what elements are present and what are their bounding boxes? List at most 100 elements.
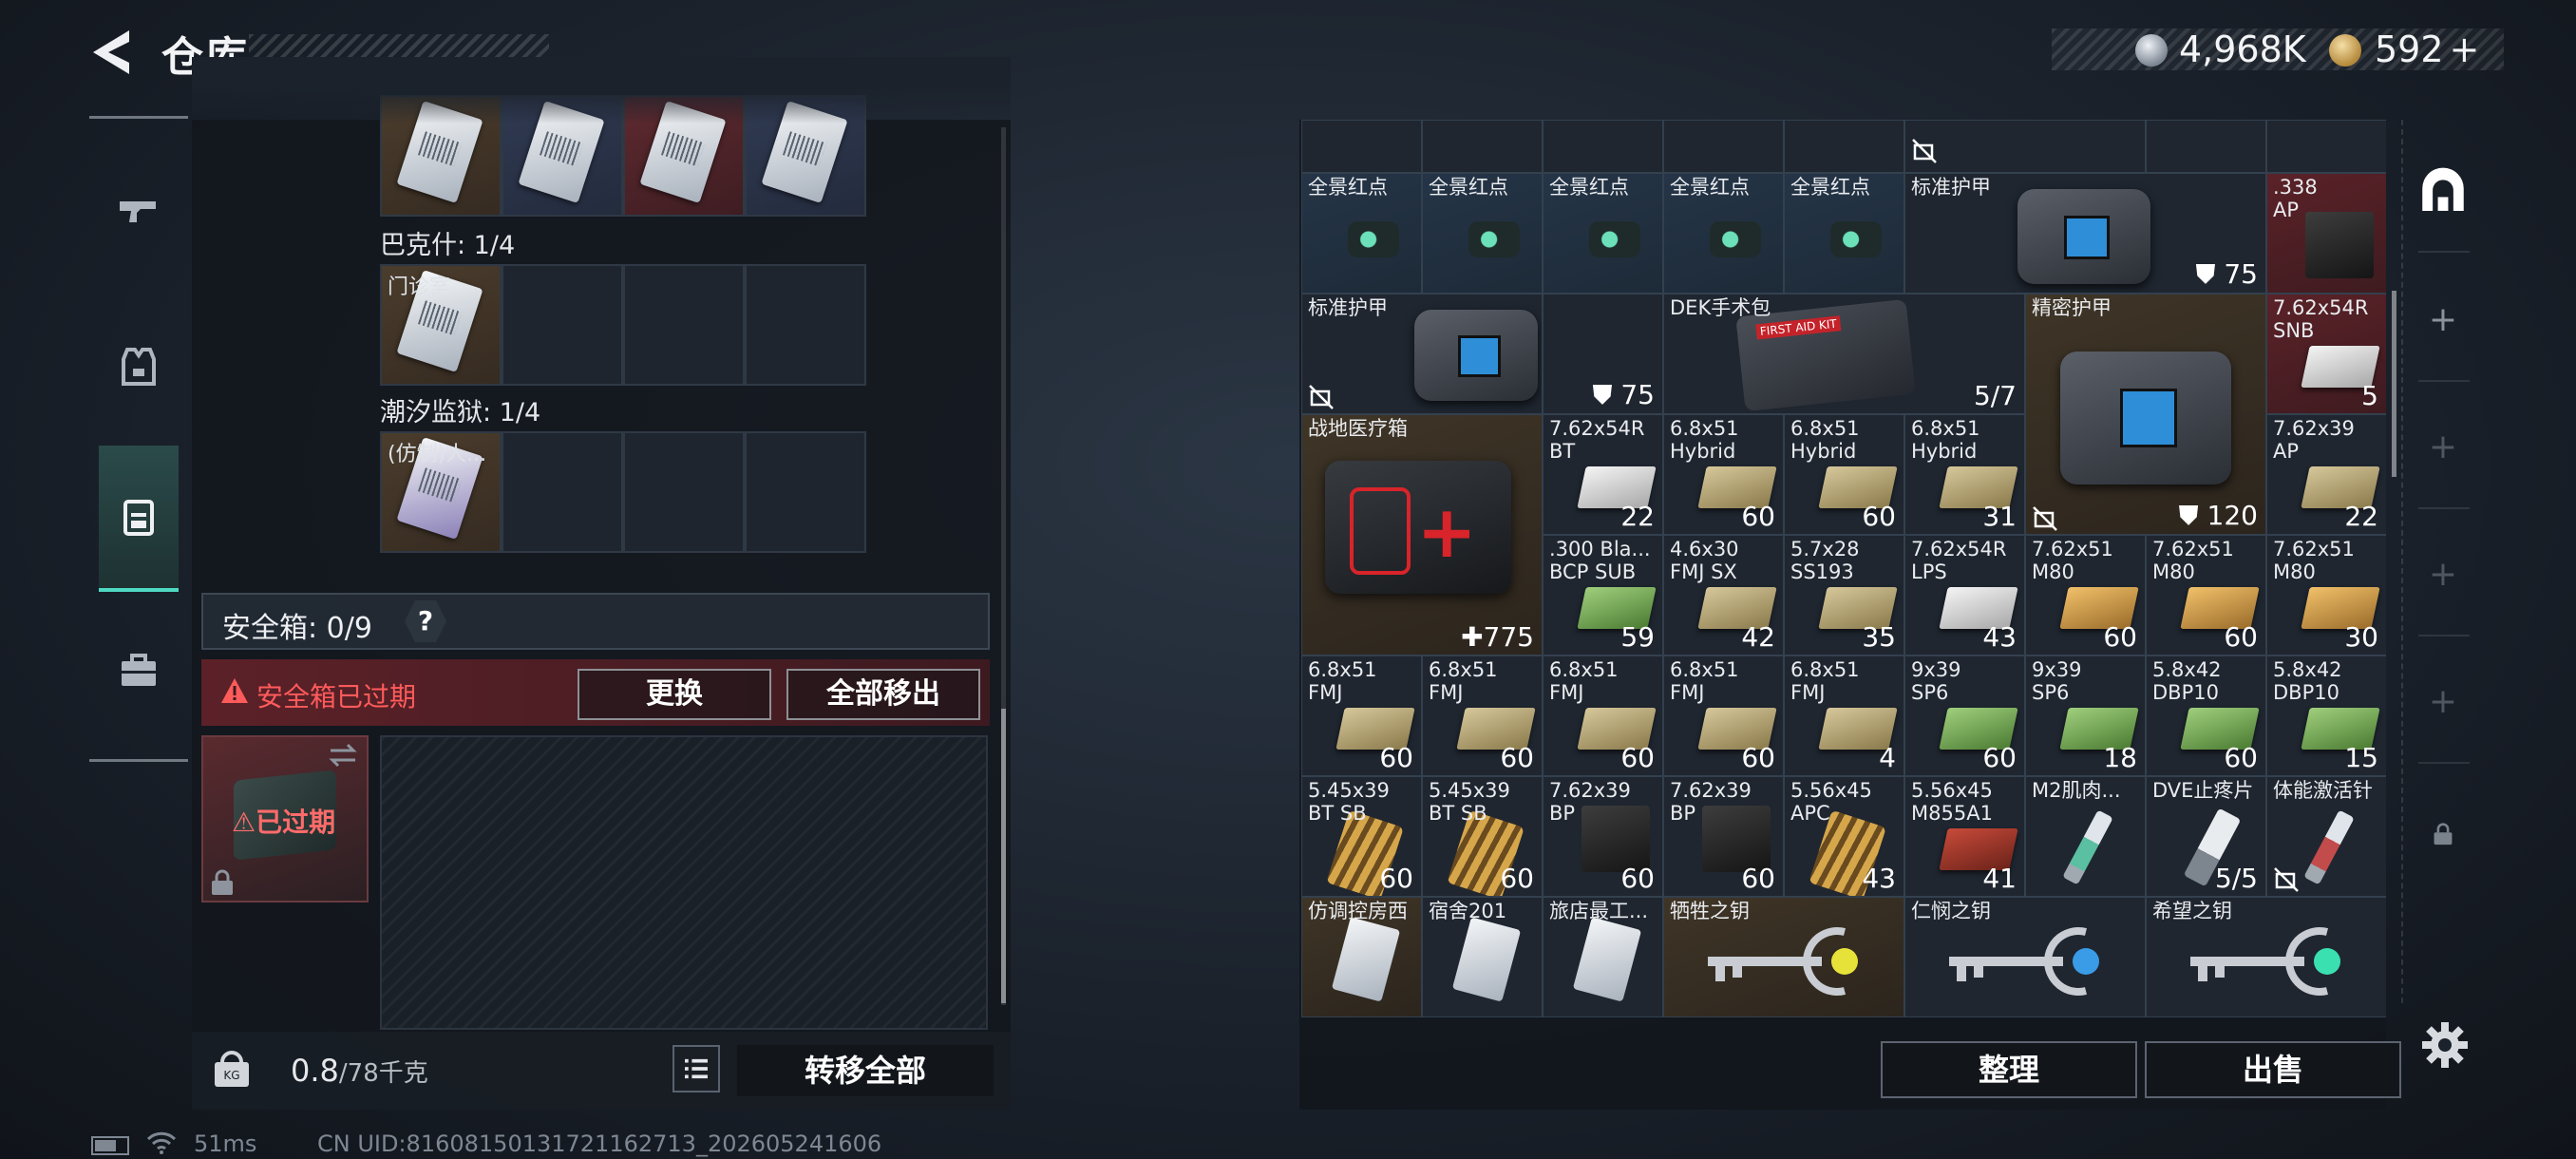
stash-item-scope[interactable]: 全景红点 — [1422, 173, 1543, 294]
stash-item-injector[interactable]: M2肌肉... — [2025, 776, 2146, 897]
stash-item-keycard[interactable]: 旅店最工... — [1543, 897, 1663, 1017]
stash-cell[interactable] — [1301, 120, 1422, 173]
locked-page[interactable] — [2413, 804, 2473, 864]
gear-icon[interactable] — [2420, 1020, 2470, 1070]
stash-item-ammo[interactable]: 7.62x51 M80 60 — [2025, 535, 2146, 656]
stash-item-armor-part[interactable]: ⛊ 75 — [1543, 294, 1663, 414]
stash-item-ammo[interactable]: 5.56x45 M855A1 41 — [1904, 776, 2025, 897]
case-slot-empty[interactable] — [745, 264, 866, 386]
stash-item-ammo[interactable]: .300 Bla... BCP SUB 59 — [1543, 535, 1663, 656]
stash-cell[interactable] — [1422, 120, 1543, 173]
stash-item-ammo[interactable]: 6.8x51 FMJ 60 — [1301, 656, 1422, 776]
stash-item-ammo[interactable]: .338 AP — [2266, 173, 2386, 294]
stash-item-surgical-kit[interactable]: DEK手术包 5/7 — [1663, 294, 2025, 414]
stash-cell[interactable] — [1784, 120, 1904, 173]
transfer-all-button[interactable]: 转移全部 — [737, 1045, 994, 1096]
case-slot[interactable]: 门诊室 — [380, 264, 502, 386]
syringe-icon — [2062, 809, 2113, 885]
stash-item-ammo[interactable]: 7.62x51 M80 30 — [2266, 535, 2386, 656]
stash-item-key[interactable]: 希望之钥 — [2146, 897, 2386, 1017]
stash-item-key[interactable]: 牺牲之钥 — [1663, 897, 1904, 1017]
stash-item-ammo[interactable]: 7.62x54R SNB 5 — [2266, 294, 2386, 414]
stash-item-medbox[interactable]: 战地医疗箱 ✚775 — [1301, 414, 1543, 656]
syringe-icon — [2303, 809, 2355, 885]
stash-item-keycard[interactable]: 仿调控房西 — [1301, 897, 1422, 1017]
stash-item-ammo[interactable]: 6.8x51 FMJ 60 — [1422, 656, 1543, 776]
tab-weapons[interactable] — [99, 138, 179, 284]
stash-item-ammo[interactable]: 5.8x42 DBP10 60 — [2146, 656, 2266, 776]
stash-item-ammo[interactable]: 6.8x51 FMJ 4 — [1784, 656, 1904, 776]
stash-cell[interactable] — [1904, 120, 2146, 173]
stash-cell[interactable] — [2266, 120, 2386, 173]
currency-gold-value[interactable]: 592 + — [2375, 28, 2479, 70]
stash-item-ammo[interactable]: 5.7x28 SS193 35 — [1784, 535, 1904, 656]
stash-item-ammo[interactable]: 7.62x39 AP 22 — [2266, 414, 2386, 535]
stash-item-ammo[interactable]: 6.8x51 Hybrid 31 — [1904, 414, 2025, 535]
item-count: 60 — [1379, 742, 1413, 773]
add-page-button[interactable]: + — [2413, 671, 2473, 732]
stash-item-scope[interactable]: 全景红点 — [1543, 173, 1663, 294]
sell-button[interactable]: 出售 — [2145, 1041, 2401, 1098]
stash-cell[interactable] — [1543, 120, 1663, 173]
stash-item-painkiller[interactable]: DVE止疼片 5/5 — [2146, 776, 2266, 897]
stash-item-scope[interactable]: 全景红点 — [1663, 173, 1784, 294]
stash-scrollbar-thumb[interactable] — [2392, 291, 2396, 477]
stash-item-scope[interactable]: 全景红点 — [1301, 173, 1422, 294]
safe-box-grid[interactable] — [380, 735, 988, 1030]
tab-gear[interactable] — [99, 294, 179, 440]
stash-item-ammo[interactable]: 7.62x39 BP 60 — [1663, 776, 1784, 897]
move-all-out-button[interactable]: 全部移出 — [786, 669, 980, 720]
stash-item-armor[interactable]: 标准护甲 ⛊ 75 — [1904, 173, 2266, 294]
item-name: 旅店最工... — [1549, 900, 1649, 922]
add-page-button[interactable]: + — [2413, 543, 2473, 604]
stash-item-key[interactable]: 仁悯之钥 — [1904, 897, 2146, 1017]
tab-toolbox[interactable] — [99, 598, 179, 744]
stash-item-ammo[interactable]: 7.62x54R BT 22 — [1543, 414, 1663, 535]
stash-item-ammo[interactable]: 6.8x51 Hybrid 60 — [1663, 414, 1784, 535]
stash-item-armor[interactable]: 精密护甲 ⛊ 120 — [2025, 294, 2266, 535]
stash-item-scope[interactable]: 全景红点 — [1784, 173, 1904, 294]
stash-item-ammo[interactable]: 6.8x51 Hybrid 60 — [1784, 414, 1904, 535]
stash-item-ammo[interactable]: 5.56x45 APC 43 — [1784, 776, 1904, 897]
item-sub: AP — [2273, 199, 2300, 221]
replace-button[interactable]: 更换 — [578, 669, 771, 720]
case-slot-empty[interactable] — [623, 431, 745, 553]
stash-item-ammo[interactable]: 4.6x30 FMJ SX 42 — [1663, 535, 1784, 656]
stash-item-ammo[interactable]: 6.8x51 FMJ 60 — [1543, 656, 1663, 776]
weight-unit: /78千克 — [338, 1059, 428, 1088]
stash-item-ammo[interactable]: 9x39 SP6 18 — [2025, 656, 2146, 776]
stash-item-keycard[interactable]: 宿舍201 — [1422, 897, 1543, 1017]
back-icon[interactable] — [87, 27, 137, 78]
stash-cell[interactable] — [1663, 120, 1784, 173]
case-slot-empty[interactable] — [502, 431, 623, 553]
sort-button[interactable]: 整理 — [1881, 1041, 2137, 1098]
item-name: 6.8x51 — [1670, 658, 1739, 681]
stash-page-main[interactable] — [2413, 162, 2473, 222]
stash-item-ammo[interactable]: 5.45x39 BT SB 60 — [1422, 776, 1543, 897]
case-slot[interactable]: (仿制)人... — [380, 431, 502, 553]
scrollbar-thumb[interactable] — [1001, 709, 1006, 1003]
safe-expired-text: 已过期 — [256, 807, 336, 838]
item-name: 全景红点 — [1549, 176, 1629, 199]
tab-container[interactable] — [99, 446, 179, 592]
case-slot-empty[interactable] — [745, 431, 866, 553]
swap-icon[interactable] — [327, 743, 359, 768]
case-slot-empty[interactable] — [502, 264, 623, 386]
stash-item-ammo[interactable]: 7.62x54R LPS 43 — [1904, 535, 2025, 656]
stash-item-ammo[interactable]: 5.8x42 DBP10 15 — [2266, 656, 2386, 776]
stash-item-armor[interactable]: 标准护甲 — [1301, 294, 1543, 414]
stash-item-ammo[interactable]: 9x39 SP6 60 — [1904, 656, 2025, 776]
list-icon[interactable] — [672, 1045, 720, 1092]
stash-item-ammo[interactable]: 7.62x51 M80 60 — [2146, 535, 2266, 656]
rail-divider — [2418, 380, 2470, 382]
stash-cell[interactable] — [2146, 120, 2266, 173]
case-slot-empty[interactable] — [623, 264, 745, 386]
stash-item-ammo[interactable]: 5.45x39 BT SB 60 — [1301, 776, 1422, 897]
add-page-button[interactable]: + — [2413, 416, 2473, 477]
stash-item-ammo[interactable]: 7.62x39 BP 60 — [1543, 776, 1663, 897]
stash-item-injector[interactable]: 体能激活针 — [2266, 776, 2386, 897]
add-currency-button[interactable]: + — [2450, 28, 2480, 70]
item-sub: BP — [1549, 802, 1576, 825]
stash-item-ammo[interactable]: 6.8x51 FMJ 60 — [1663, 656, 1784, 776]
add-page-button[interactable]: + — [2413, 289, 2473, 350]
